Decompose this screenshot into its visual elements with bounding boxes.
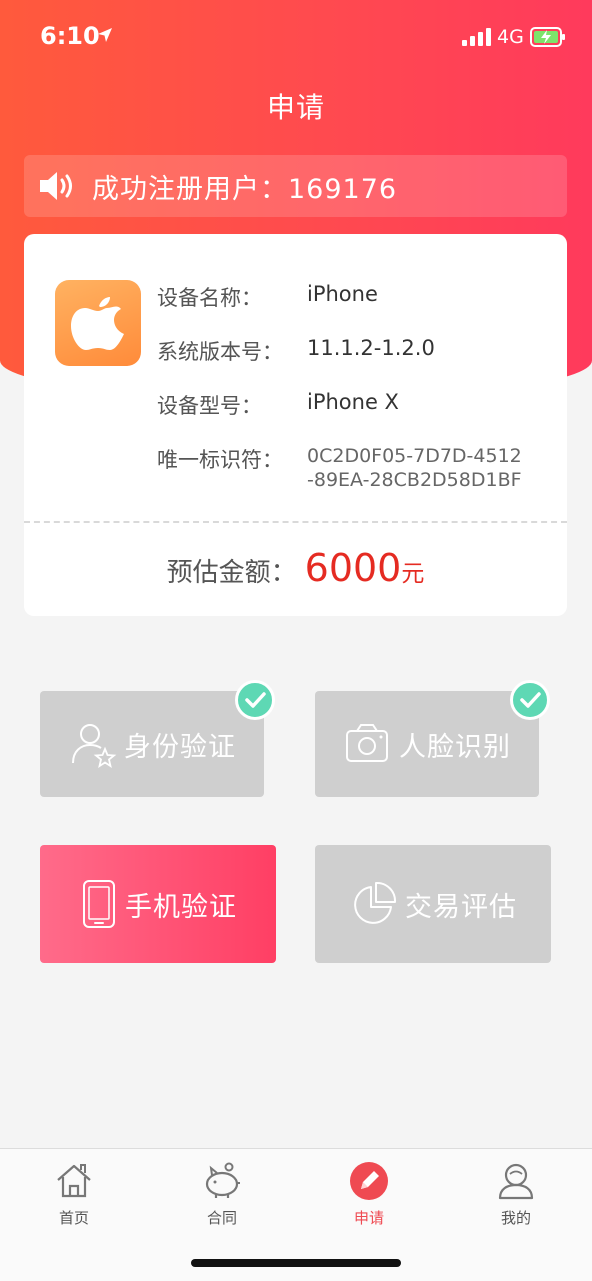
notice-text: 成功注册用户：169176 <box>92 173 398 205</box>
phone-verification-button[interactable]: 手机验证 <box>40 845 276 963</box>
identity-verification-button[interactable]: 身份验证 <box>40 691 264 797</box>
registration-notice: 成功注册用户：169176 <box>24 155 567 217</box>
tab-home[interactable]: 首页 <box>24 1157 124 1228</box>
uuid-label: 唯一标识符： <box>157 448 283 472</box>
device-info-card: 设备名称： iPhone 系统版本号： 11.1.2-1.2.0 设备型号： i… <box>24 234 567 616</box>
uuid-line-1: 0C2D0F05-7D7D-4512 <box>307 445 522 467</box>
home-icon <box>57 1164 91 1198</box>
os-version-label: 系统版本号： <box>157 340 283 364</box>
tab-contract[interactable]: 合同 <box>172 1157 272 1228</box>
trade-evaluation-label: 交易评估 <box>405 891 517 923</box>
signal-icon <box>462 28 491 46</box>
face-check-icon <box>510 680 550 720</box>
battery-charging-icon <box>530 27 565 47</box>
os-version-value: 11.1.2-1.2.0 <box>307 336 435 360</box>
identity-verification-label: 身份验证 <box>124 731 236 763</box>
apple-logo-icon <box>55 280 141 366</box>
speaker-icon <box>40 172 72 200</box>
estimate-unit: 元 <box>401 561 425 587</box>
uuid-value: 0C2D0F05-7D7D-4512 -89EA-28CB2D58D1BF <box>307 444 522 492</box>
page-title: 申请 <box>266 91 325 124</box>
card-divider <box>24 521 567 523</box>
uuid-line-2: -89EA-28CB2D58D1BF <box>307 469 522 491</box>
device-model-label: 设备型号： <box>157 394 262 418</box>
network-type: 4G <box>497 26 524 48</box>
tab-apply-label: 申请 <box>353 1209 384 1227</box>
device-model-value: iPhone X <box>307 390 399 414</box>
status-bar: 6:10 4G <box>0 0 592 72</box>
camera-icon <box>346 724 388 762</box>
estimate-amount: 预估金额： 6000元 <box>24 546 567 590</box>
estimate-value: 6000 <box>304 546 402 590</box>
phone-verification-label: 手机验证 <box>125 891 237 923</box>
location-arrow-icon <box>98 28 112 42</box>
tab-home-label: 首页 <box>58 1209 89 1227</box>
user-star-icon <box>72 724 117 768</box>
tab-apply[interactable]: 申请 <box>319 1157 419 1228</box>
piggy-bank-icon <box>205 1162 240 1198</box>
identity-check-icon <box>235 680 275 720</box>
device-name-value: iPhone <box>307 282 378 306</box>
face-recognition-button[interactable]: 人脸识别 <box>315 691 539 797</box>
tab-mine-label: 我的 <box>500 1209 531 1227</box>
mobile-phone-icon <box>83 880 115 928</box>
tab-mine[interactable]: 我的 <box>466 1157 566 1228</box>
face-recognition-label: 人脸识别 <box>399 731 511 763</box>
trade-evaluation-button[interactable]: 交易评估 <box>315 845 551 963</box>
pie-chart-icon <box>354 881 397 924</box>
device-name-label: 设备名称： <box>157 286 262 310</box>
user-profile-icon <box>498 1163 534 1200</box>
estimate-label: 预估金额： <box>166 558 297 588</box>
status-time: 6:10 <box>40 22 100 50</box>
home-indicator[interactable] <box>191 1259 401 1267</box>
tab-contract-label: 合同 <box>206 1209 237 1227</box>
edit-pencil-icon <box>350 1162 388 1200</box>
